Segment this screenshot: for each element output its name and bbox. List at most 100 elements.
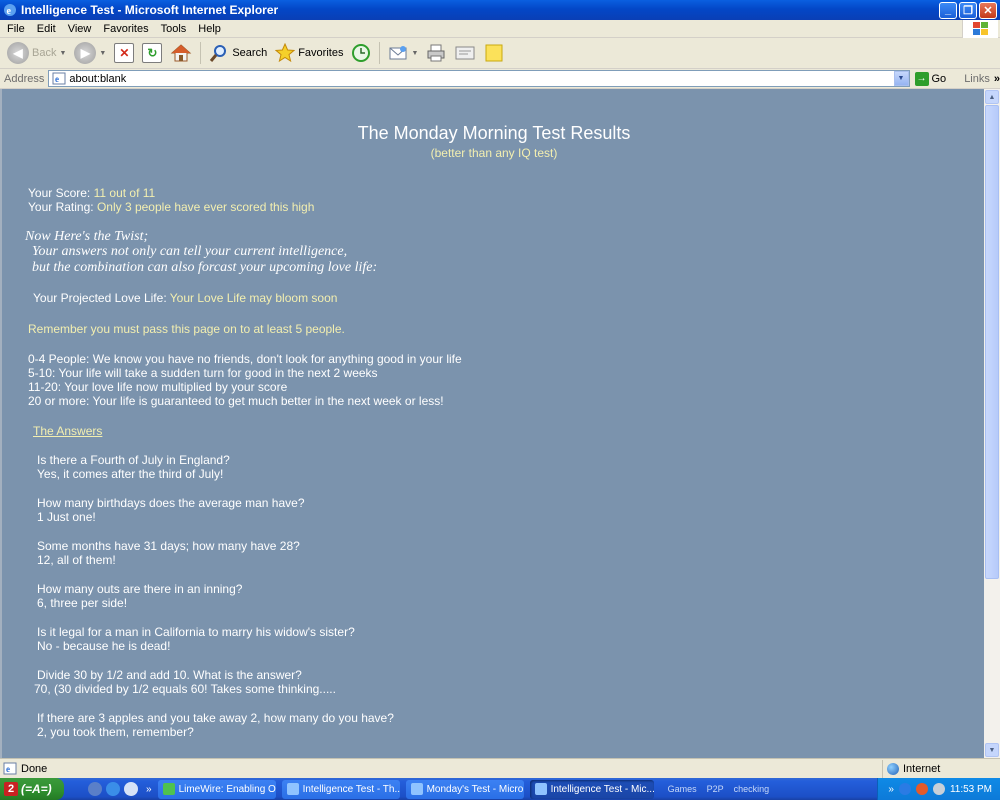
close-button[interactable]: ✕ [979, 1, 997, 19]
tier-20-plus: 20 or more: Your life is guaranteed to g… [28, 394, 444, 408]
back-button[interactable]: ◀ Back ▼ [4, 40, 69, 66]
tier-5-10: 5-10: Your life will take a sudden turn … [28, 366, 378, 380]
go-label: Go [931, 72, 947, 85]
task-limewire[interactable]: LimeWire: Enabling O... [157, 779, 276, 799]
refresh-icon: ↻ [142, 43, 163, 63]
discuss-button[interactable] [481, 40, 507, 66]
scroll-thumb[interactable] [985, 105, 999, 579]
mail-dropdown-icon: ▼ [411, 49, 419, 57]
address-value: about:blank [69, 72, 127, 85]
score-label: Your Score: [28, 186, 94, 200]
history-button[interactable] [348, 40, 374, 66]
search-button[interactable]: Search [206, 40, 270, 66]
page-content: The Monday Morning Test Results (better … [0, 89, 984, 758]
scroll-down-icon[interactable]: ▼ [985, 743, 999, 757]
page-done-icon: e [3, 762, 17, 775]
internet-globe-icon [887, 762, 899, 775]
task-intelligence-test-active[interactable]: Intelligence Test - Mic... [529, 779, 654, 799]
twist-line-1: Your answers not only can tell your curr… [32, 244, 348, 259]
score-value: 11 out of 11 [93, 186, 156, 200]
menu-view[interactable]: View [62, 23, 98, 35]
home-icon [171, 44, 192, 62]
games-label[interactable]: Games [668, 784, 697, 794]
address-input[interactable]: e about:blank ▼ [48, 70, 910, 87]
answer-7: 2, you took them, remember? [37, 725, 194, 739]
quick-launch-icon[interactable] [88, 782, 102, 796]
system-tray: » 11:53 PM [877, 778, 1000, 800]
print-button[interactable] [423, 40, 449, 66]
svg-text:e: e [55, 74, 59, 84]
mail-icon [389, 46, 407, 60]
toolbar-separator [200, 42, 202, 64]
mail-button[interactable]: ▼ [385, 40, 421, 66]
menu-bar: File Edit View Favorites Tools Help [0, 20, 1000, 38]
address-dropdown-icon[interactable]: ▼ [893, 71, 909, 86]
quick-launch: » [88, 782, 152, 796]
media-quick-launch-icon[interactable] [124, 782, 138, 796]
limewire-icon [162, 783, 175, 795]
rating-line: Your Rating: Only 3 people have ever sco… [28, 200, 314, 214]
favorites-label: Favorites [298, 47, 344, 59]
ie-quick-launch-icon[interactable] [106, 782, 120, 796]
maximize-button[interactable]: ❐ [959, 1, 977, 19]
network-tray-icon[interactable] [898, 783, 911, 795]
links-label[interactable]: Links [964, 73, 990, 85]
question-1: Is there a Fourth of July in England? [37, 453, 230, 467]
svg-text:e: e [7, 6, 12, 17]
remember-text: Remember you must pass this page on to a… [28, 322, 345, 336]
task-mondays-test[interactable]: Monday's Test - Micro... [405, 779, 524, 799]
menu-help[interactable]: Help [192, 23, 227, 35]
menu-edit[interactable]: Edit [31, 23, 62, 35]
clock[interactable]: 11:53 PM [950, 784, 992, 795]
back-label: Back [32, 47, 57, 59]
quick-launch-chevron-icon[interactable]: » [146, 784, 152, 795]
refresh-button[interactable]: ↻ [139, 40, 165, 66]
minimize-button[interactable]: _ [939, 1, 957, 19]
edit-button[interactable] [451, 40, 479, 66]
page-title: The Monday Morning Test Results [357, 123, 631, 143]
home-button[interactable] [167, 40, 195, 66]
menu-file[interactable]: File [0, 23, 31, 35]
volume-tray-icon[interactable] [932, 783, 945, 795]
question-5: Is it legal for a man in California to m… [37, 625, 355, 639]
ie-task-icon [534, 783, 547, 795]
ie-task-icon [410, 783, 423, 795]
toolbar: ◀ Back ▼ ▶ ▼ ✕ ↻ Search Favorites ▼ [0, 38, 1000, 69]
answers-link[interactable]: The Answers [33, 424, 102, 438]
links-chevron-icon[interactable]: » [994, 73, 1000, 85]
checking-label[interactable]: checking [734, 784, 770, 794]
svg-text:e: e [6, 764, 10, 774]
back-dropdown-icon: ▼ [59, 49, 67, 57]
question-7: If there are 3 apples and you take away … [37, 711, 394, 725]
question-3: Some months have 31 days; how many have … [37, 539, 300, 553]
start-logo-icon: 2 [4, 782, 18, 796]
menu-tools[interactable]: Tools [155, 23, 193, 35]
status-bar: e Done Internet [0, 758, 1000, 778]
forward-arrow-icon: ▶ [74, 42, 97, 64]
security-zone: Internet [882, 759, 1000, 778]
tray-chevron-icon[interactable]: » [888, 784, 894, 795]
forward-button[interactable]: ▶ ▼ [71, 40, 109, 66]
task-label: Intelligence Test - Th... [302, 783, 400, 795]
vertical-scrollbar[interactable]: ▲ ▼ [984, 89, 1000, 758]
app-tray-icon[interactable] [915, 783, 928, 795]
go-button[interactable]: → Go [914, 71, 947, 86]
favorites-button[interactable]: Favorites [272, 40, 346, 66]
task-label: Intelligence Test - Mic... [550, 783, 654, 795]
answer-3: 12, all of them! [37, 553, 116, 567]
start-button[interactable]: 2 (=A=) [0, 778, 64, 800]
toolbar-labels: Games P2P checking [668, 784, 770, 794]
task-intelligence-test-1[interactable]: Intelligence Test - Th... [281, 779, 400, 799]
menu-favorites[interactable]: Favorites [97, 23, 154, 35]
stop-button[interactable]: ✕ [111, 40, 137, 66]
answer-2: 1 Just one! [37, 510, 96, 524]
page-icon: e [52, 72, 66, 85]
status-left: e Done [0, 762, 882, 775]
p2p-label[interactable]: P2P [707, 784, 724, 794]
answer-5: No - because he is dead! [37, 639, 171, 653]
ie-app-icon: e [4, 4, 16, 17]
tier-11-20: 11-20: Your love life now multiplied by … [28, 380, 288, 394]
status-text: Done [21, 762, 48, 775]
love-life-label: Your Projected Love Life: [33, 291, 170, 305]
scroll-up-icon[interactable]: ▲ [985, 90, 999, 104]
